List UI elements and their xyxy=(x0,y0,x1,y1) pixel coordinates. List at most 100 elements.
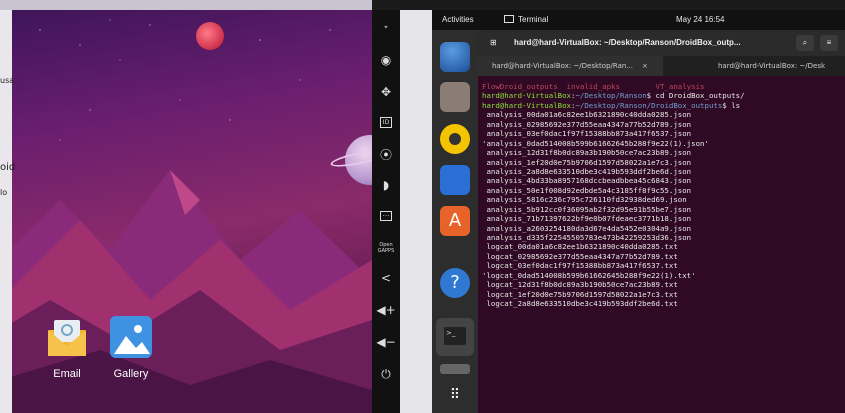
ubuntu-desktop: Activities Terminal May 24 16:54 A ? >_ … xyxy=(432,10,845,413)
terminal-text: analysis_5b912cc0f36095ab2f32d95e91b55be… xyxy=(482,204,692,214)
terminal-text: logcat_1ef20d0e75b9706d1597d58022a1e7c3.… xyxy=(482,289,678,299)
terminal-text: logcat_00da01a6c82ee1b6321890c40dda0285.… xyxy=(482,242,678,252)
terminal-text: analysis_a2603254180da3d67e4da5452e0304a… xyxy=(482,223,692,233)
terminal-text: logcat_2a8d8e633510dbe3c419b593ddf2be6d.… xyxy=(482,299,678,309)
writer-icon[interactable] xyxy=(440,165,470,195)
terminal-line: analysis_71b71397622bf9e0b07fdeaec3771b1… xyxy=(482,214,844,223)
terminal-text: analysis_00da01a6c82ee1b6321890c40dda028… xyxy=(482,110,692,120)
ubuntu-dock: A ? >_ ⠿ xyxy=(432,30,478,413)
dpad-icon[interactable]: ✥ xyxy=(372,80,400,104)
terminal-line: analysis_02985692e377d55eaa4347a77b52d78… xyxy=(482,120,844,129)
clock[interactable]: May 24 16:54 xyxy=(676,15,724,24)
terminal-line: hard@hard-VirtualBox:~/Desktop/Ranson$ c… xyxy=(482,91,844,100)
terminal-line: logcat_02985692e377d55eaa4347a77b52d789.… xyxy=(482,252,844,261)
terminal-line: analysis_12d31f8b0dc89a3b190b50ce7ac23b8… xyxy=(482,148,844,157)
app-menu[interactable]: Terminal xyxy=(518,15,548,24)
files-icon[interactable] xyxy=(440,82,470,112)
terminal-line: logcat_03ef0dac1f97f15388bb873a417f6537.… xyxy=(482,261,844,270)
gallery-icon xyxy=(110,316,152,358)
hidden-panel-edge: usa oid lo xyxy=(0,10,15,413)
terminal-text: analysis_71b71397622bf9e0b07fdeaec3771b1… xyxy=(482,214,692,224)
terminal-line: analysis_1ef20d0e75b9706d1597d58022a1e7c… xyxy=(482,158,844,167)
thunderbird-icon[interactable] xyxy=(440,42,470,72)
terminal-app-icon xyxy=(504,15,514,23)
terminal-text: ~/Desktop/Ranson xyxy=(575,91,647,101)
close-tab-icon[interactable]: × xyxy=(642,62,648,70)
window-gap xyxy=(400,10,432,413)
terminal-line: analysis_a2603254180da3d67e4da5452e0304a… xyxy=(482,224,844,233)
emulator-toolbar: ⌖ ◉ ✥ ID ⦿ ◗ ··· Open GAPPS < ◀+ ◀− ⏻ xyxy=(372,10,400,413)
terminal-text: $ ls xyxy=(722,100,741,110)
record-icon[interactable]: ⦿ xyxy=(372,142,400,166)
terminal-text: analysis_2a8d8e633510dbe3c419b593ddf2be6… xyxy=(482,166,692,176)
software-center-icon[interactable]: A xyxy=(440,206,470,236)
search-icon[interactable]: ⌕ xyxy=(796,35,814,51)
terminal-text: FlowDroid_outputs invalid_apks VT_analys… xyxy=(482,82,705,91)
tab-label: hard@hard-VirtualBox: ~/Desk xyxy=(718,62,826,70)
drive-icon[interactable] xyxy=(440,364,470,374)
terminal-dock-icon[interactable]: >_ xyxy=(436,318,474,356)
android-emulator-screen: usa oid lo Email Gallery xyxy=(0,0,372,413)
terminal-line: logcat_12d31f8b0dc89a3b190b50ce7ac23b89.… xyxy=(482,280,844,289)
terminal-text: analysis_03ef0dac1f97f15388bb873a417f653… xyxy=(482,129,692,139)
email-icon xyxy=(46,316,88,358)
tab-2[interactable]: hard@hard-VirtualBox: ~/Desk xyxy=(718,56,845,76)
tab-label: hard@hard-VirtualBox: ~/Desktop/Ran... xyxy=(492,62,633,70)
terminal-line: analysis_d335f22545505783e473b42259253d3… xyxy=(482,233,844,242)
share-icon[interactable]: < xyxy=(372,266,400,290)
volume-up-icon[interactable]: ◀+ xyxy=(372,298,400,322)
terminal-line: logcat_2a8d8e633510dbe3c419b593ddf2be6d.… xyxy=(482,299,844,308)
sms-icon[interactable]: ··· xyxy=(372,204,400,228)
terminal-line: 'analysis_0dad514008b599b61662645b288f9e… xyxy=(482,139,844,148)
terminal-line: 'logcat_0dad514008b599b61662645b288f9e22… xyxy=(482,271,844,280)
terminal-text: $ cd DroidBox_outputs/ xyxy=(646,91,745,101)
terminal-text: logcat_03ef0dac1f97f15388bb873a417f6537.… xyxy=(482,261,678,271)
power-icon[interactable]: ⏻ xyxy=(372,362,400,386)
terminal-text: analysis_d335f22545505783e473b42259253d3… xyxy=(482,233,692,242)
rhythmbox-icon[interactable] xyxy=(440,124,470,154)
volume-down-icon[interactable]: ◀− xyxy=(372,330,400,354)
activities-button[interactable]: Activities xyxy=(442,15,474,24)
terminal-text: analysis_5816c236c795c726110fd32938ded69… xyxy=(482,195,687,205)
terminal-line: analysis_50e1f008d92edbde5a4c3185ff8f9c5… xyxy=(482,186,844,195)
terminal-text: hard@hard-VirtualBox xyxy=(482,100,571,110)
app-label: Email xyxy=(53,368,81,380)
terminal-line: logcat_00da01a6c82ee1b6321890c40dda0285.… xyxy=(482,242,844,251)
menu-icon[interactable]: ≡ xyxy=(820,35,838,51)
help-icon[interactable]: ? xyxy=(440,268,470,298)
terminal-output: FlowDroid_outputs invalid_apks VT_analys… xyxy=(482,82,844,309)
gps-icon[interactable]: ⌖ xyxy=(372,16,400,40)
terminal-text: analysis_1ef20d0e75b9706d1597d58022a1e7c… xyxy=(482,157,692,167)
app-gallery[interactable]: Gallery xyxy=(108,316,154,380)
app-email[interactable]: Email xyxy=(44,316,90,380)
wallpaper-planet xyxy=(196,22,224,50)
tab-1[interactable]: hard@hard-VirtualBox: ~/Desktop/Ran... × xyxy=(478,56,663,76)
camera-icon[interactable]: ◉ xyxy=(372,48,400,72)
terminal-line: analysis_4bd33ba8957168dccbeadbbea45c684… xyxy=(482,176,844,185)
open-gapps-icon[interactable]: Open GAPPS xyxy=(372,236,400,260)
terminal-line: FlowDroid_outputs invalid_apks VT_analys… xyxy=(482,82,844,91)
terminal-line: analysis_00da01a6c82ee1b6321890c40dda028… xyxy=(482,110,844,119)
terminal-text: hard@hard-VirtualBox xyxy=(482,91,571,101)
rss-icon[interactable]: ◗ xyxy=(372,173,400,197)
terminal-line: logcat_1ef20d0e75b9706d1597d58022a1e7c3.… xyxy=(482,290,844,299)
terminal-text: logcat_12d31f8b0dc89a3b190b50ce7ac23b89.… xyxy=(482,280,678,290)
terminal-tabs: hard@hard-VirtualBox: ~/Desktop/Ran... ×… xyxy=(478,56,845,76)
app-label: Gallery xyxy=(113,368,149,380)
terminal-window[interactable]: ⊞ hard@hard-VirtualBox: ~/Desktop/Ranson… xyxy=(478,30,845,413)
id-icon[interactable]: ID xyxy=(372,110,400,134)
peek-label: lo xyxy=(0,188,8,197)
peek-label: usa xyxy=(0,76,15,85)
terminal-header-bar: ⊞ hard@hard-VirtualBox: ~/Desktop/Ranson… xyxy=(478,30,845,56)
terminal-text: analysis_50e1f008d92edbde5a4c3185ff8f9c5… xyxy=(482,185,692,195)
terminal-line: analysis_03ef0dac1f97f15388bb873a417f653… xyxy=(482,129,844,138)
new-tab-icon[interactable]: ⊞ xyxy=(490,38,497,47)
terminal-text: analysis_12d31f8b0dc89a3b190b50ce7ac23b8… xyxy=(482,148,692,158)
app-grid-icon[interactable]: ⠿ xyxy=(440,382,470,412)
terminal-line: analysis_5816c236c795c726110fd32938ded69… xyxy=(482,195,844,204)
terminal-line: analysis_5b912cc0f36095ab2f32d95e91b55be… xyxy=(482,205,844,214)
terminal-text: 'logcat_0dad514008b599b61662645b288f9e22… xyxy=(482,270,696,280)
gnome-top-bar: Activities Terminal May 24 16:54 xyxy=(432,10,845,30)
terminal-line: hard@hard-VirtualBox:~/Desktop/Ranson/Dr… xyxy=(482,101,844,110)
terminal-text: analysis_02985692e377d55eaa4347a77b52d78… xyxy=(482,119,692,129)
